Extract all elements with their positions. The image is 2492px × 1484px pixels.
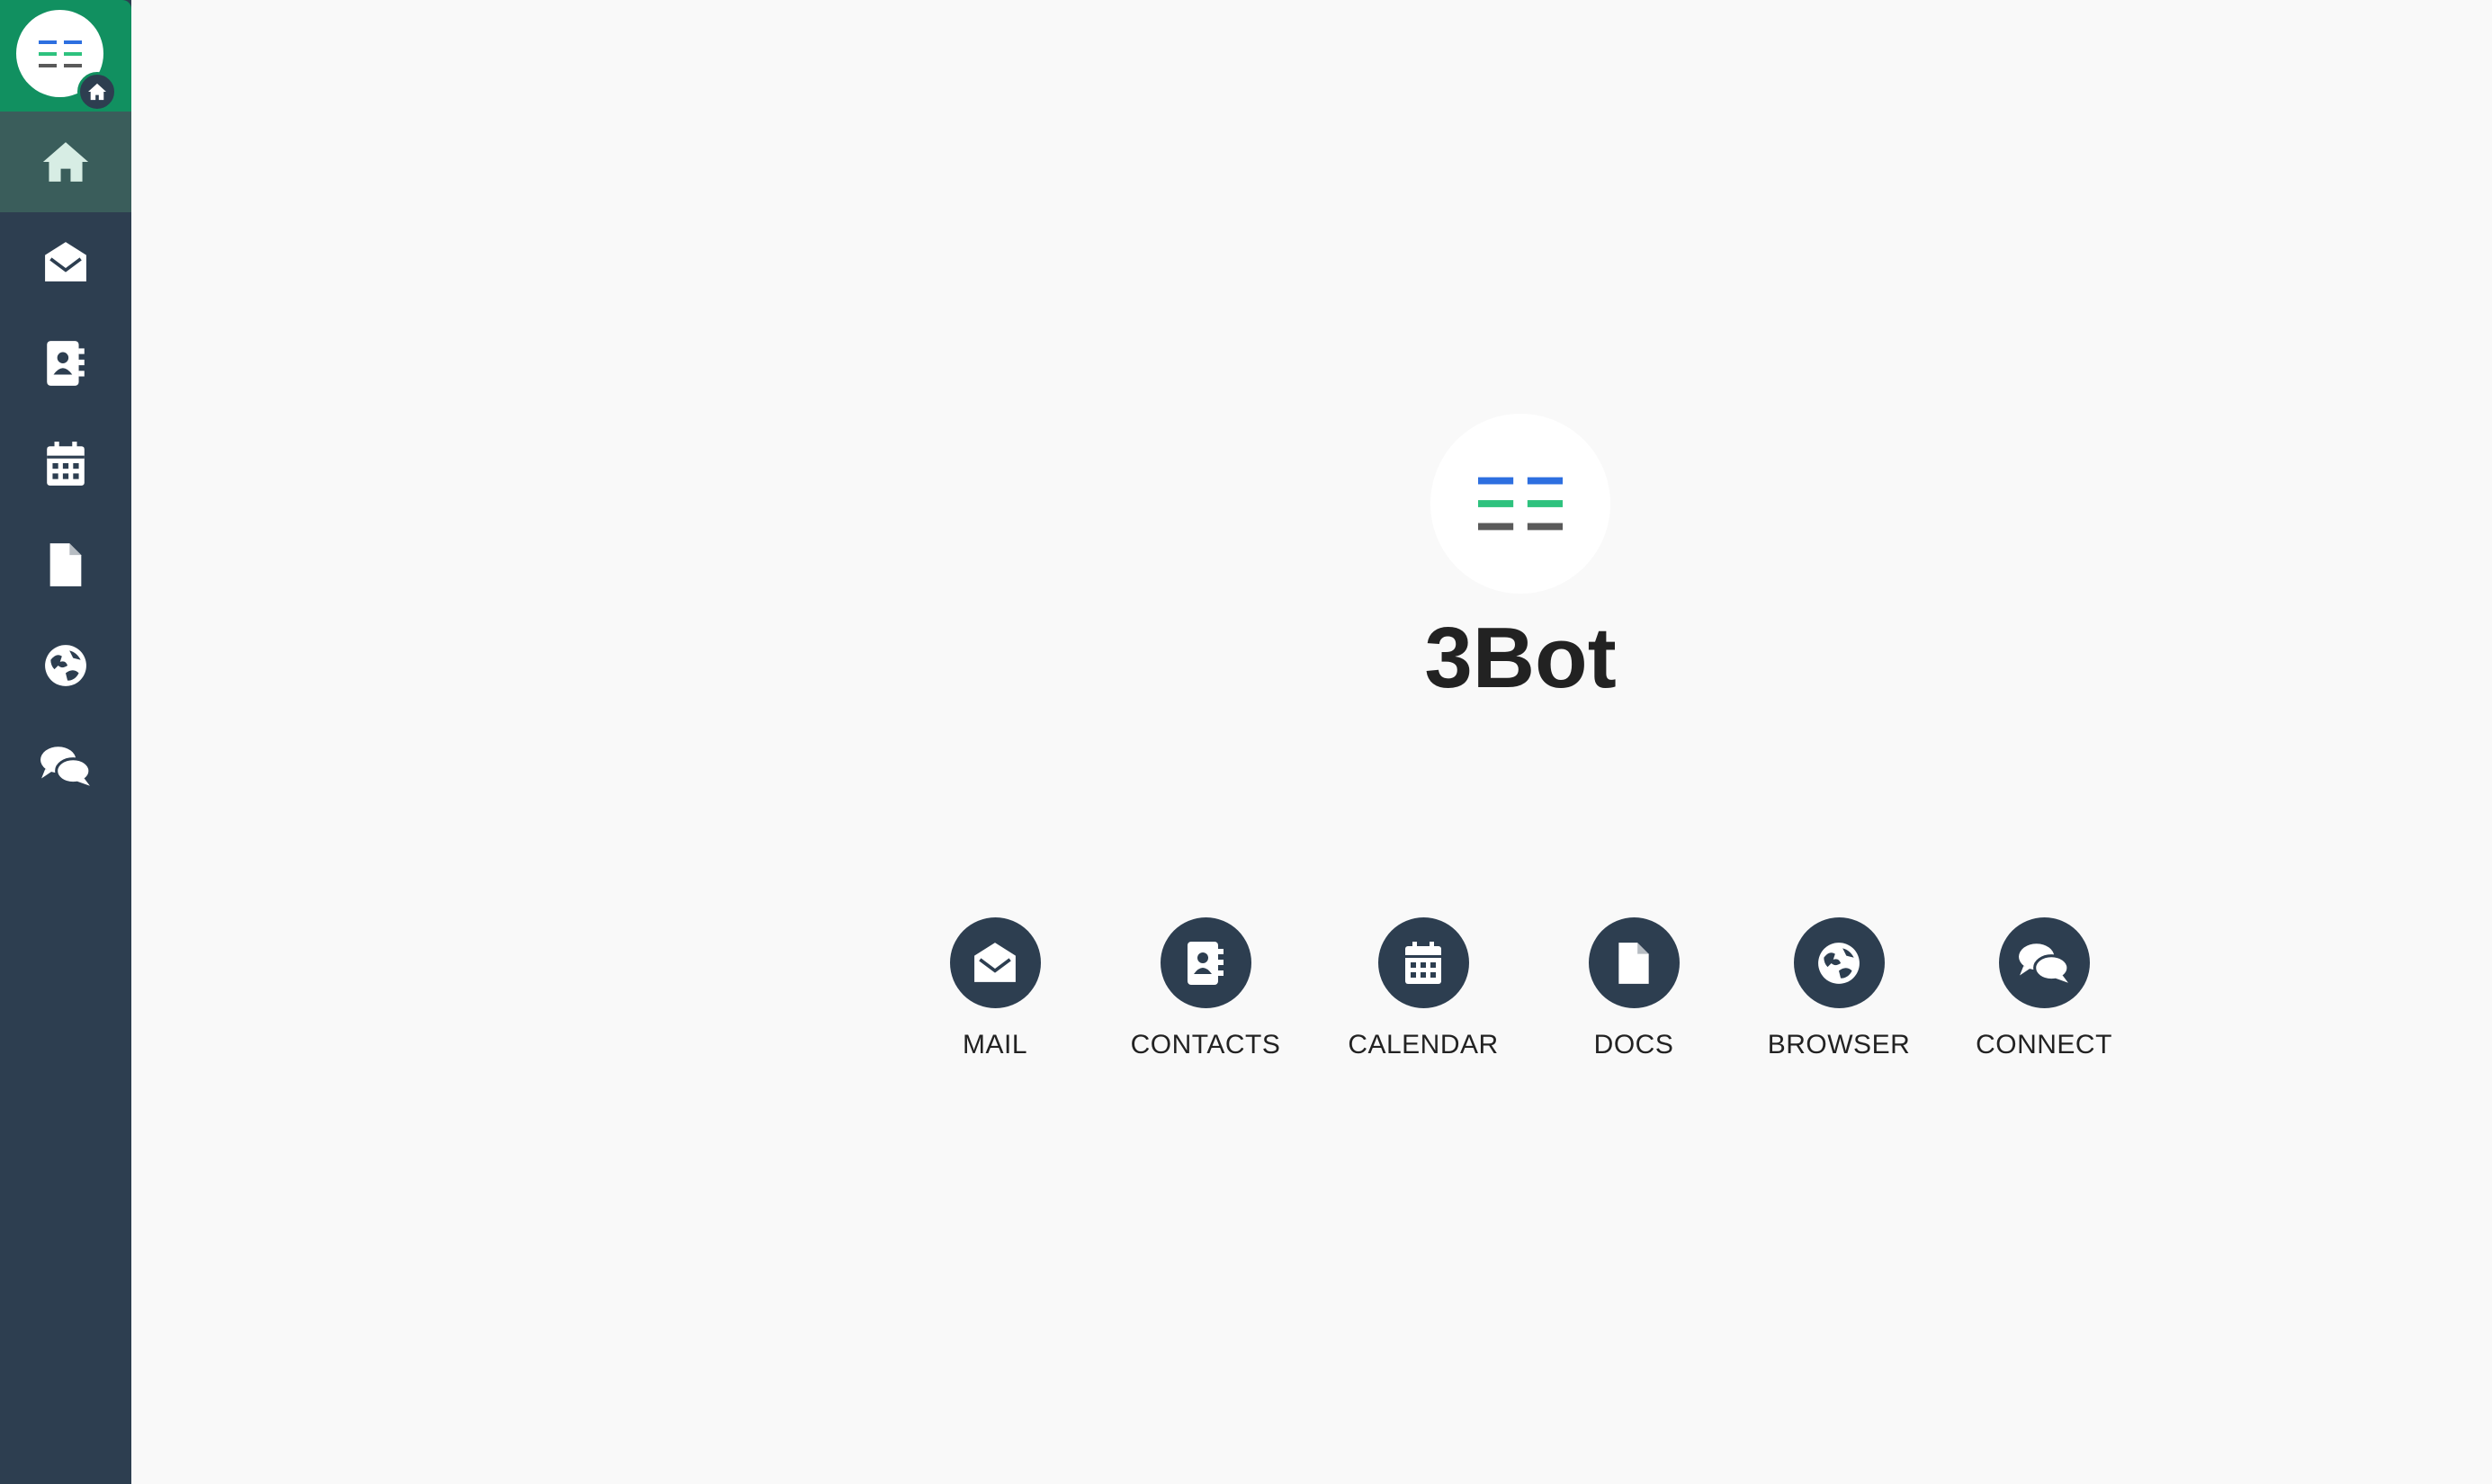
contacts-icon (47, 341, 85, 386)
sidebar-item-home[interactable] (0, 112, 131, 212)
connect-icon (40, 746, 92, 786)
mail-icon (45, 242, 86, 282)
browser-app-button[interactable] (1793, 917, 1885, 1008)
app-label-connect: CONNECT (1976, 1030, 2112, 1059)
home-badge[interactable] (77, 72, 117, 112)
app-docs[interactable]: DOCS (1526, 917, 1742, 1060)
app-connect[interactable]: CONNECT (1936, 917, 2152, 1060)
app-label-browser: BROWSER (1767, 1030, 1911, 1059)
app-calendar[interactable]: CALENDAR (1315, 917, 1531, 1060)
home-icon (42, 142, 89, 182)
browser-icon (45, 645, 86, 686)
app-browser[interactable]: BROWSER (1731, 917, 1947, 1060)
sidebar-item-mail[interactable] (0, 212, 131, 313)
calendar-icon (47, 442, 85, 486)
docs-app-button[interactable] (1588, 917, 1680, 1008)
sidebar-item-docs[interactable] (0, 514, 131, 615)
app-label-contacts: CONTACTS (1130, 1030, 1281, 1059)
contacts-app-button[interactable] (1160, 917, 1251, 1008)
sidebar-item-browser[interactable] (0, 615, 131, 716)
browser-icon (1818, 942, 1860, 984)
sidebar (0, 0, 131, 1484)
contacts-icon (1188, 941, 1224, 985)
app-label-docs: DOCS (1593, 1030, 1674, 1059)
sidebar-item-calendar[interactable] (0, 414, 131, 514)
sidebar-header (0, 0, 131, 112)
threebot-hero-logo (1430, 414, 1610, 594)
threebot-logo-icon (38, 40, 82, 67)
app-contacts[interactable]: CONTACTS (1098, 917, 1313, 1060)
main-content (131, 0, 2492, 1484)
sidebar-item-connect[interactable] (0, 716, 131, 817)
mail-icon (974, 942, 1016, 982)
app-mail[interactable]: MAIL (887, 917, 1103, 1060)
calendar-app-button[interactable] (1377, 917, 1469, 1008)
page-title: 3Bot (1424, 610, 1617, 706)
app-label-calendar: CALENDAR (1348, 1030, 1499, 1059)
connect-icon (2019, 943, 2070, 983)
mail-app-button[interactable] (949, 917, 1041, 1008)
threebot-logo-icon (1478, 477, 1563, 531)
home-icon (88, 83, 106, 101)
calendar-icon (1405, 941, 1441, 984)
connect-app-button[interactable] (1998, 917, 2090, 1008)
docs-icon (49, 543, 82, 586)
docs-icon (1618, 942, 1649, 984)
app-label-mail: MAIL (962, 1030, 1028, 1059)
sidebar-item-contacts[interactable] (0, 313, 131, 414)
